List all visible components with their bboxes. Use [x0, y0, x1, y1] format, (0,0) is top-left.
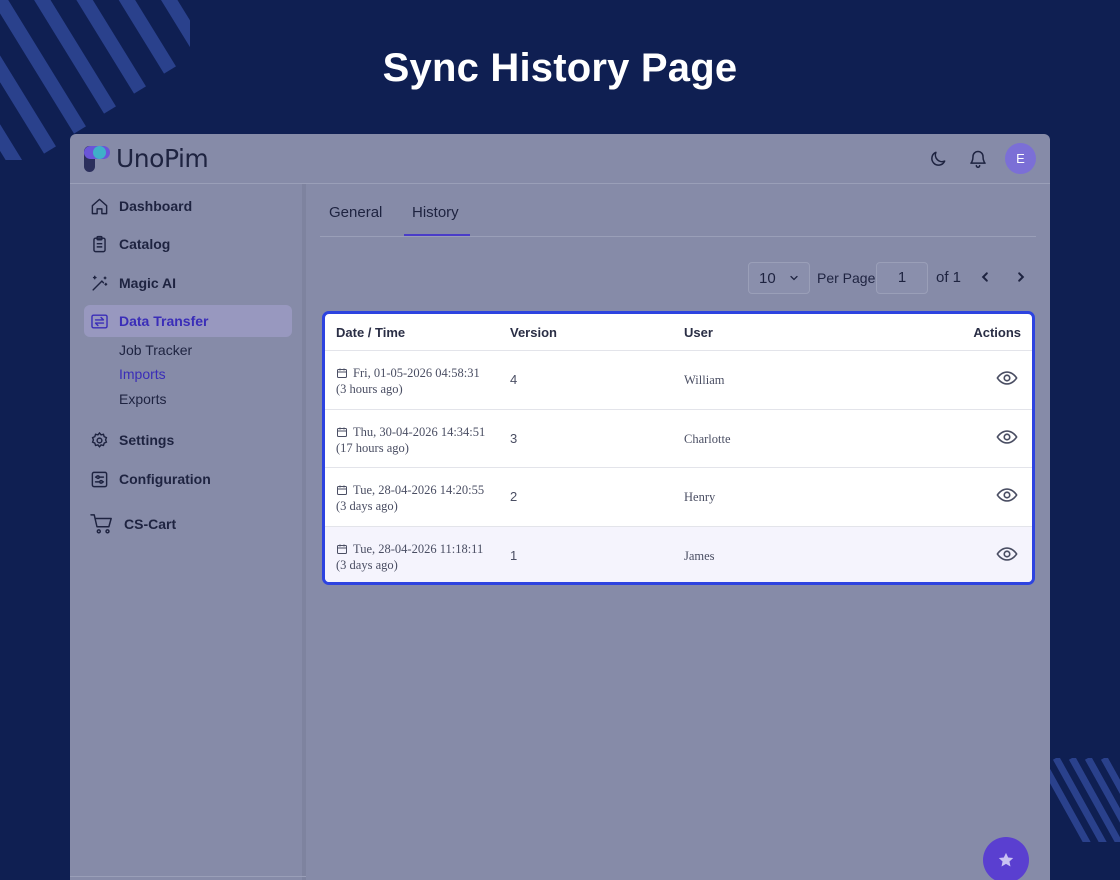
sidebar-item-cs-cart[interactable]: CS-Cart: [84, 508, 292, 540]
version-cell: 4: [510, 372, 518, 387]
table-row: Fri, 01-05-2026 04:58:31 (3 hours ago) 4…: [325, 351, 1032, 410]
sidebar-item-label: Catalog: [119, 236, 171, 252]
sidebar: Dashboard Catalog Magic AI Data Transfer…: [70, 184, 306, 880]
version-cell: 1: [510, 547, 518, 563]
floating-action-button[interactable]: [983, 837, 1029, 880]
home-icon: [91, 198, 108, 214]
dark-mode-toggle[interactable]: [925, 146, 951, 172]
app-window: UnoPim E Dashboard Catalog Magic AI Data…: [70, 134, 1050, 880]
eye-icon: [996, 371, 1018, 385]
sidebar-item-settings[interactable]: Settings: [84, 424, 292, 456]
star-icon: [998, 852, 1014, 867]
user-cell: Charlotte: [684, 431, 731, 446]
chevron-left-icon: [981, 272, 988, 282]
view-button[interactable]: [996, 429, 1018, 449]
sidebar-item-dashboard[interactable]: Dashboard: [84, 190, 292, 222]
chevron-down-icon: [790, 275, 798, 281]
sidebar-item-label: Settings: [119, 432, 175, 448]
history-table: Date / Time Version User Actions Fri, 01…: [322, 311, 1035, 585]
column-header-date-time: Date / Time: [336, 325, 406, 340]
date-time-cell: Fri, 01-05-2026 04:58:31 (3 hours ago): [336, 365, 480, 397]
chevron-right-icon: [1018, 272, 1025, 282]
gear-icon: [91, 431, 108, 448]
previous-page-button[interactable]: [974, 266, 996, 293]
table-row: Tue, 28-04-2026 11:18:11 (3 days ago) 1 …: [325, 526, 1032, 582]
transfer-icon: [91, 313, 108, 329]
column-header-version: Version: [510, 325, 557, 340]
date-time-cell: Thu, 30-04-2026 14:34:51 (17 hours ago): [336, 424, 485, 456]
sidebar-subitem-job-tracker[interactable]: Job Tracker: [119, 342, 192, 358]
eye-icon: [996, 546, 1018, 561]
eye-icon: [996, 488, 1018, 502]
clipboard-icon: [93, 235, 106, 252]
view-button[interactable]: [996, 370, 1018, 390]
tab-history[interactable]: History: [412, 204, 459, 221]
total-pages-label: of 1: [936, 269, 962, 286]
user-cell: Henry: [684, 490, 716, 504]
brand-logo[interactable]: UnoPim: [84, 144, 209, 173]
tab-general[interactable]: General: [329, 204, 382, 221]
sidebar-subitem-imports[interactable]: Imports: [119, 366, 166, 382]
calendar-icon: [337, 485, 347, 495]
unopim-logo-icon: [84, 145, 110, 172]
top-bar: UnoPim E: [70, 134, 1050, 184]
sidebar-item-catalog[interactable]: Catalog: [84, 228, 292, 260]
active-tab-indicator: [404, 234, 470, 236]
view-button[interactable]: [996, 546, 1018, 566]
sliders-icon: [91, 471, 108, 487]
main-content: General History 10 Per Page 1 of 1 Date …: [320, 184, 1036, 880]
magic-wand-icon: [92, 275, 108, 291]
table-row: Thu, 30-04-2026 14:34:51 (17 hours ago) …: [325, 410, 1032, 468]
per-page-select[interactable]: 10: [748, 262, 810, 294]
sidebar-item-label: CS-Cart: [124, 516, 177, 532]
pagination: 10 Per Page 1 of 1: [748, 262, 1036, 294]
date-time-cell: Tue, 28-04-2026 14:20:55 (3 days ago): [336, 482, 484, 514]
calendar-icon: [337, 544, 347, 554]
sidebar-item-label: Data Transfer: [119, 313, 209, 329]
relative-time: (3 hours ago): [336, 382, 403, 396]
brand-name: UnoPim: [116, 144, 209, 173]
calendar-icon: [337, 368, 347, 378]
view-button[interactable]: [996, 487, 1018, 507]
tab-bar: General History: [320, 184, 1036, 237]
relative-time: (3 days ago): [336, 557, 398, 572]
cart-icon: [90, 514, 112, 534]
sidebar-subitem-exports[interactable]: Exports: [119, 391, 166, 407]
relative-time: (17 hours ago): [336, 440, 409, 455]
page-number-input[interactable]: 1: [876, 262, 928, 294]
sidebar-item-label: Dashboard: [119, 198, 193, 214]
date-text: Tue, 28-04-2026 11:18:11: [353, 541, 484, 556]
date-text: Tue, 28-04-2026 14:20:55: [353, 483, 485, 497]
date-time-cell: Tue, 28-04-2026 11:18:11 (3 days ago): [336, 541, 483, 573]
table-header: Date / Time Version User Actions: [325, 314, 1032, 351]
version-cell: 3: [510, 430, 518, 446]
notifications-button[interactable]: [965, 146, 991, 172]
moon-icon: [931, 151, 946, 166]
column-header-actions: Actions: [973, 325, 1021, 340]
sidebar-item-magic-ai[interactable]: Magic AI: [84, 267, 292, 299]
sidebar-footer: [70, 876, 306, 880]
bell-icon: [970, 150, 986, 168]
eye-icon: [996, 429, 1018, 444]
per-page-value: 10: [759, 269, 776, 287]
column-header-user: User: [684, 325, 713, 340]
sidebar-item-data-transfer[interactable]: Data Transfer: [84, 305, 292, 337]
per-page-label: Per Page: [817, 270, 876, 286]
version-cell: 2: [510, 489, 518, 504]
user-cell: James: [684, 548, 715, 563]
user-avatar[interactable]: E: [1005, 143, 1036, 174]
sidebar-item-label: Configuration: [119, 471, 211, 487]
decorative-stripes-bottom-right: [1050, 758, 1120, 842]
calendar-icon: [337, 427, 347, 437]
sidebar-item-label: Magic AI: [119, 275, 177, 291]
user-cell: William: [684, 373, 725, 387]
date-text: Thu, 30-04-2026 14:34:51: [353, 424, 486, 439]
table-row: Tue, 28-04-2026 14:20:55 (3 days ago) 2 …: [325, 468, 1032, 527]
date-text: Fri, 01-05-2026 04:58:31: [353, 366, 480, 380]
hero-title: Sync History Page: [382, 46, 738, 90]
relative-time: (3 days ago): [336, 499, 398, 513]
sidebar-item-configuration[interactable]: Configuration: [84, 463, 292, 495]
next-page-button[interactable]: [1010, 266, 1032, 293]
